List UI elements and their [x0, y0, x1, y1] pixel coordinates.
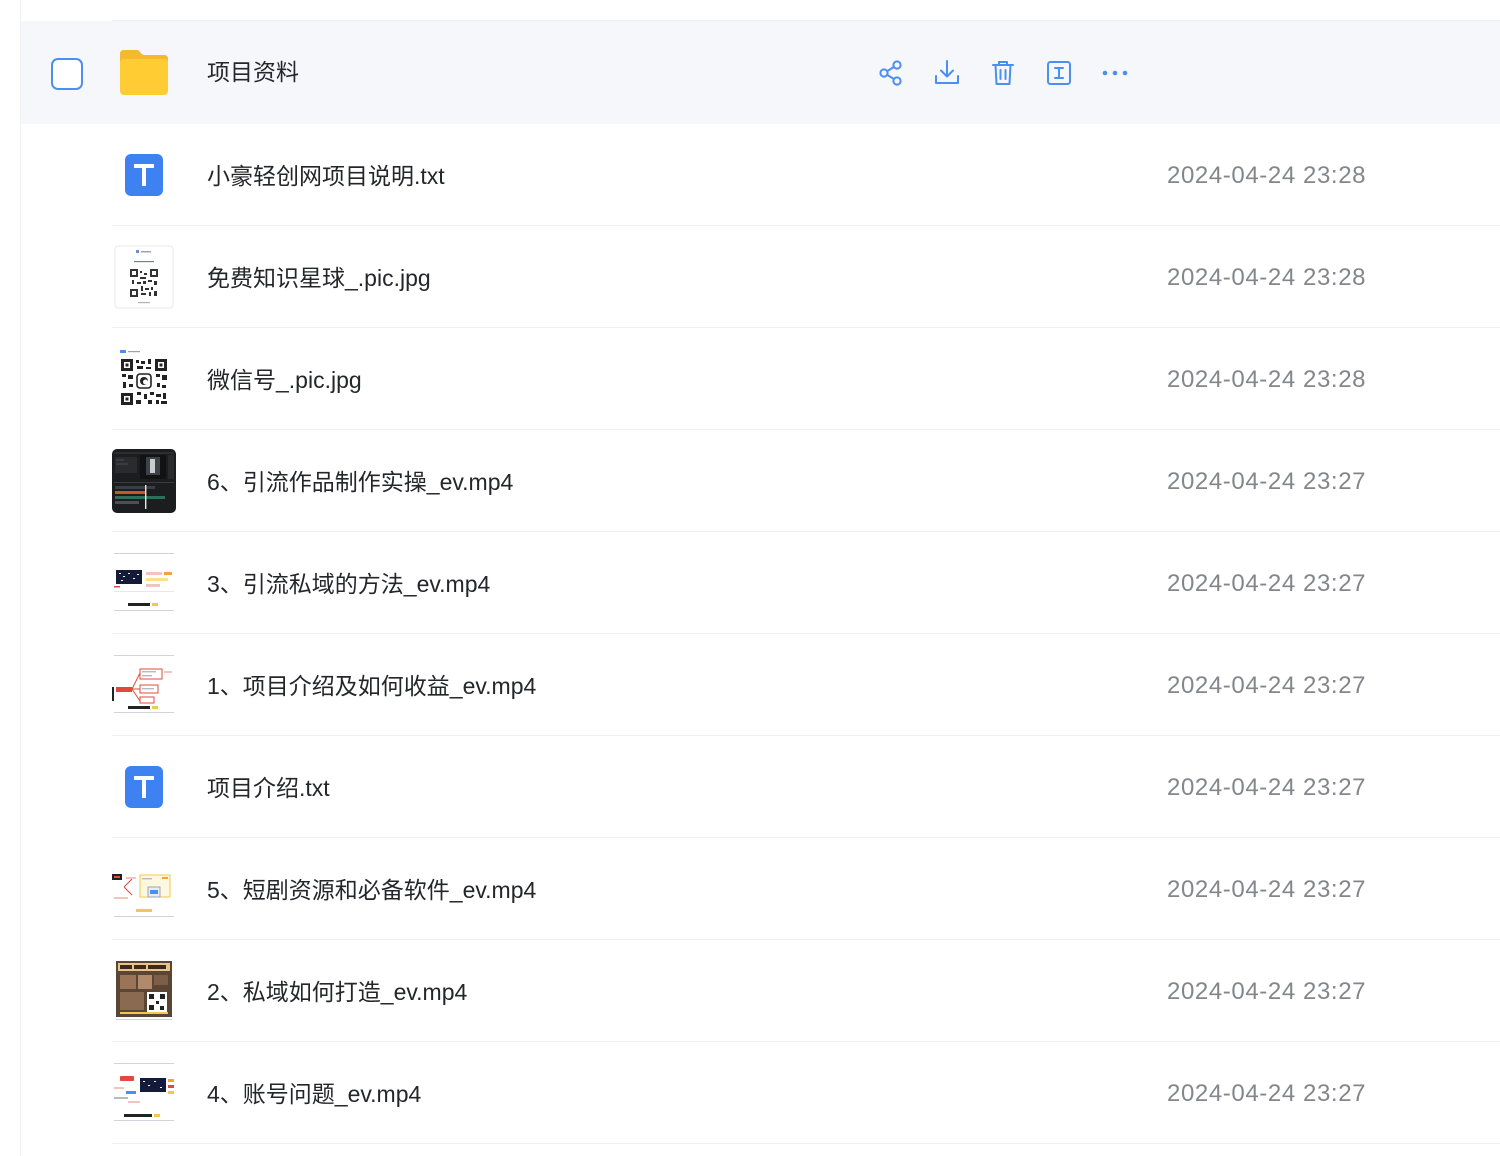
file-date: 2024-04-24 23:27 — [1167, 1080, 1367, 1107]
file-row[interactable]: 免费知识星球_.pic.jpg 2024-04-24 23:28 — [21, 226, 1500, 328]
file-row[interactable]: 4、账号问题_ev.mp4 2024-04-24 23:27 — [21, 1042, 1500, 1144]
file-name[interactable]: 2、私域如何打造_ev.mp4 — [207, 978, 467, 1006]
video-thumbnail — [112, 653, 176, 717]
divider — [112, 1143, 1500, 1144]
file-date: 2024-04-24 23:28 — [1167, 366, 1367, 393]
image-thumbnail — [112, 245, 176, 309]
share-icon[interactable] — [876, 58, 932, 88]
txt-file-icon — [112, 143, 176, 207]
more-icon[interactable] — [1100, 58, 1156, 88]
file-name[interactable]: 免费知识星球_.pic.jpg — [207, 264, 431, 292]
file-name[interactable]: 小豪轻创网项目说明.txt — [207, 162, 445, 190]
file-row[interactable]: 3、引流私域的方法_ev.mp4 2024-04-24 23:27 — [21, 532, 1500, 634]
download-icon[interactable] — [932, 58, 988, 88]
file-name[interactable]: 5、短剧资源和必备软件_ev.mp4 — [207, 876, 536, 904]
rename-icon[interactable] — [1044, 58, 1100, 88]
folder-icon — [112, 40, 176, 104]
file-name[interactable]: 3、引流私域的方法_ev.mp4 — [207, 570, 490, 598]
file-name[interactable]: 微信号_.pic.jpg — [207, 366, 362, 394]
file-row[interactable]: 小豪轻创网项目说明.txt 2024-04-24 23:28 — [21, 124, 1500, 226]
file-list: 项目资料 小豪轻创网项目说明.txt 2024-04-24 23:28 免费知识… — [21, 0, 1500, 1156]
file-row[interactable]: 1、项目介绍及如何收益_ev.mp4 2024-04-24 23:27 — [21, 634, 1500, 736]
txt-file-icon — [112, 755, 176, 819]
folder-name[interactable]: 项目资料 — [207, 58, 299, 86]
file-date: 2024-04-24 23:27 — [1167, 468, 1367, 495]
image-thumbnail — [112, 347, 176, 411]
file-date: 2024-04-24 23:27 — [1167, 876, 1367, 903]
sidebar-edge — [0, 0, 21, 1156]
folder-row[interactable]: 项目资料 — [21, 21, 1500, 124]
file-row[interactable]: 项目介绍.txt 2024-04-24 23:27 — [21, 736, 1500, 838]
file-date: 2024-04-24 23:27 — [1167, 978, 1367, 1005]
video-thumbnail — [112, 551, 176, 615]
file-name[interactable]: 6、引流作品制作实操_ev.mp4 — [207, 468, 513, 496]
folder-actions — [876, 58, 1156, 88]
file-date: 2024-04-24 23:27 — [1167, 570, 1367, 597]
video-thumbnail — [112, 1061, 176, 1125]
file-row[interactable]: 5、短剧资源和必备软件_ev.mp4 2024-04-24 23:27 — [21, 838, 1500, 940]
select-checkbox[interactable] — [51, 58, 83, 90]
file-name[interactable]: 项目介绍.txt — [207, 774, 330, 802]
file-date: 2024-04-24 23:28 — [1167, 162, 1367, 189]
video-thumbnail — [112, 449, 176, 513]
file-name[interactable]: 1、项目介绍及如何收益_ev.mp4 — [207, 672, 536, 700]
file-date: 2024-04-24 23:28 — [1167, 264, 1367, 291]
video-thumbnail — [112, 959, 176, 1023]
file-date: 2024-04-24 23:27 — [1167, 774, 1367, 801]
file-date: 2024-04-24 23:27 — [1167, 672, 1367, 699]
file-name[interactable]: 4、账号问题_ev.mp4 — [207, 1080, 421, 1108]
file-row[interactable]: 6、引流作品制作实操_ev.mp4 2024-04-24 23:27 — [21, 430, 1500, 532]
video-thumbnail — [112, 857, 176, 921]
file-row[interactable]: 2、私域如何打造_ev.mp4 2024-04-24 23:27 — [21, 940, 1500, 1042]
delete-icon[interactable] — [988, 58, 1044, 88]
file-row[interactable]: 微信号_.pic.jpg 2024-04-24 23:28 — [21, 328, 1500, 430]
